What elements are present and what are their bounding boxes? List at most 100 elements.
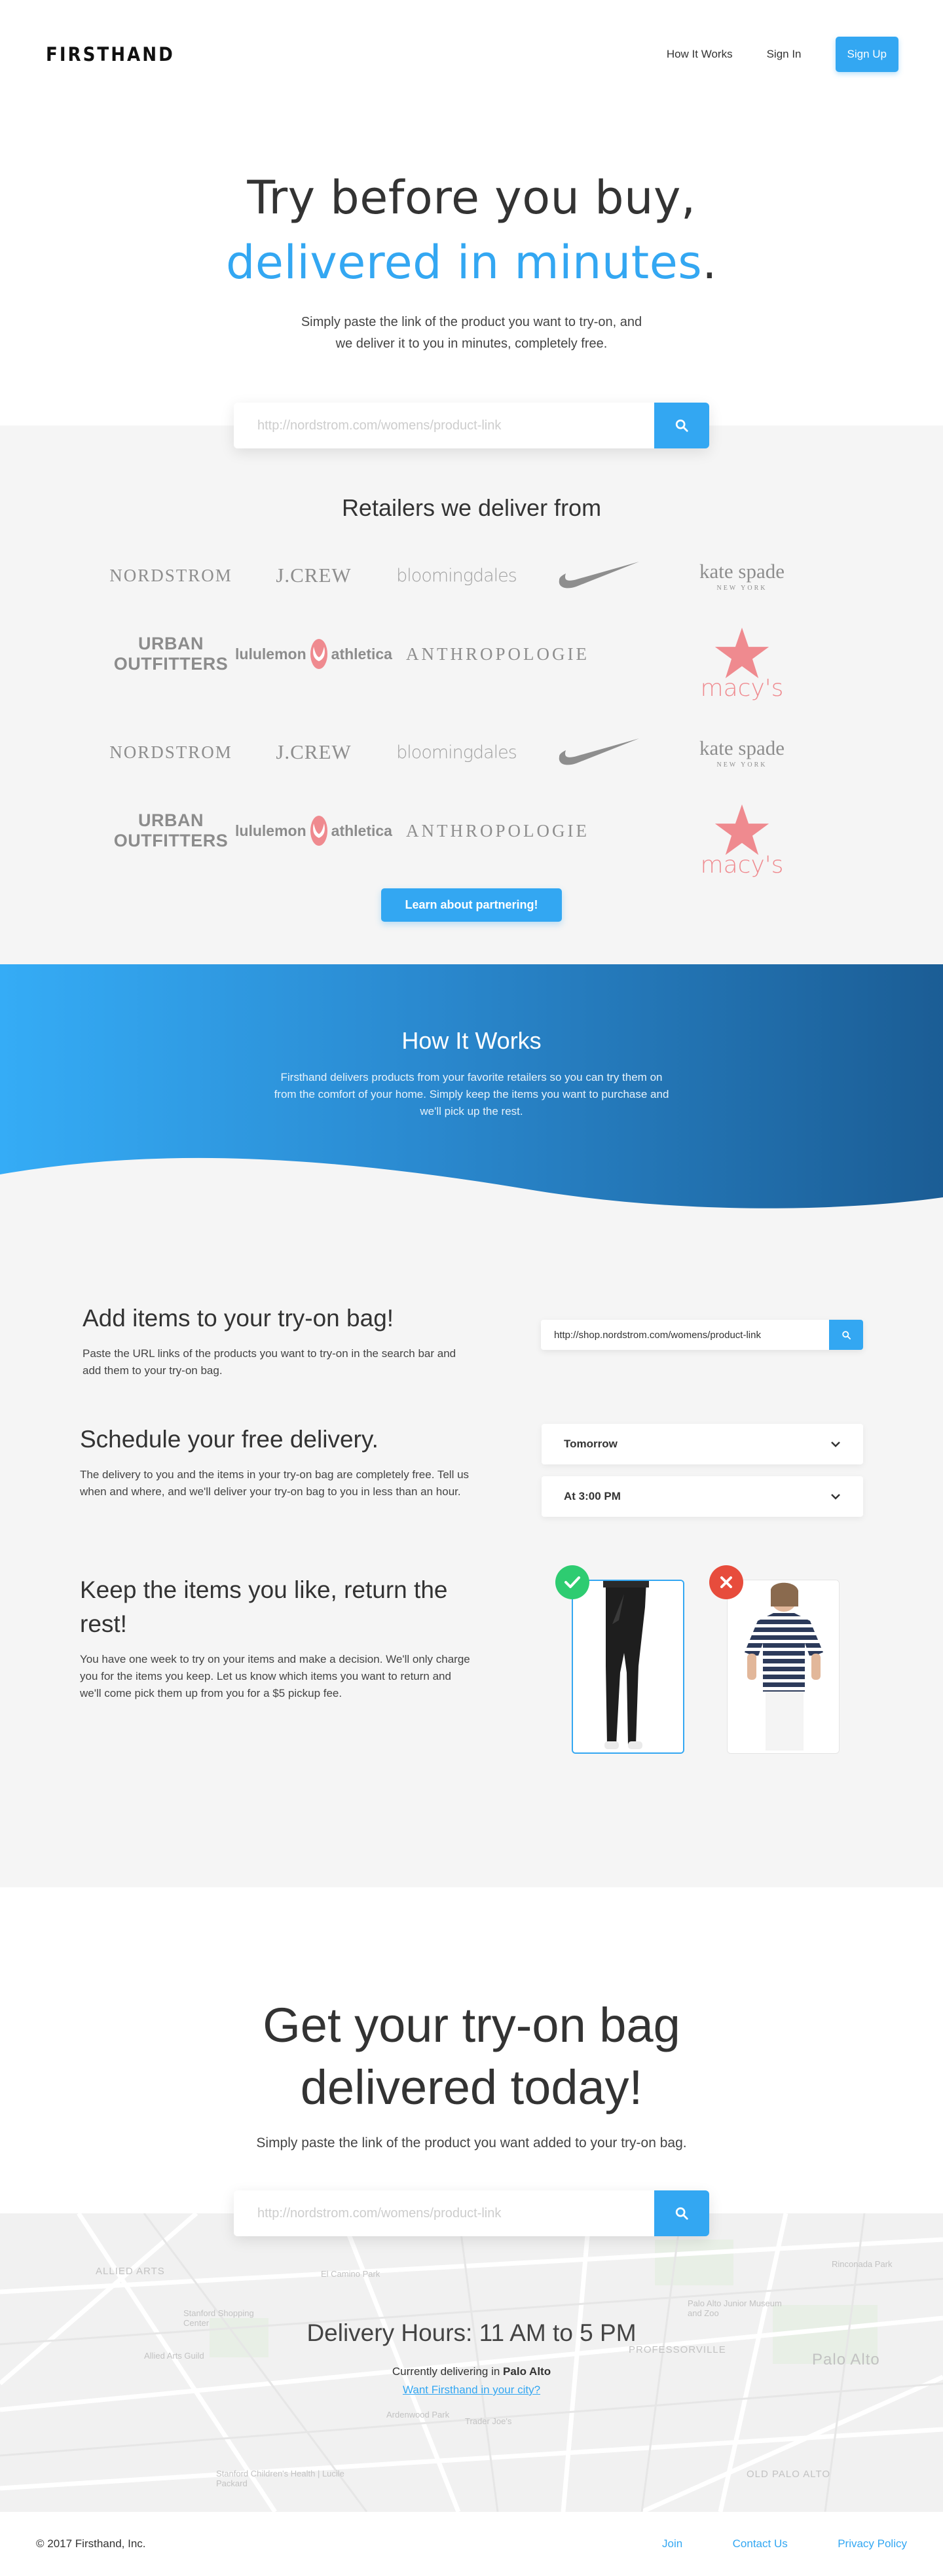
delivery-day-select[interactable]: Tomorrow (542, 1424, 863, 1464)
delivery-hours-panel: Delivery Hours: 11 AM to 5 PM Currently … (0, 2319, 943, 2397)
step-add-title: Add items to your try-on bag! (83, 1305, 394, 1332)
kate-spade-logo: kate spade NEW YORK (671, 536, 813, 615)
hero-title-highlight: delivered in minutes (225, 236, 703, 289)
map-label-allied-arts: ALLIED ARTS (96, 2266, 165, 2277)
black-jeans-image (573, 1581, 683, 1752)
nav-links: How It Works Sign In Sign Up (667, 36, 898, 72)
hero-title-line1: Try before you buy, (247, 171, 696, 225)
macys-wordmark: macy's (700, 674, 784, 702)
cta-title: Get your try-on bag delivered today! (0, 1994, 943, 2118)
keep-check-badge (555, 1565, 589, 1599)
copyright: © 2017 Firsthand, Inc. (36, 2537, 146, 2550)
kept-item-card[interactable] (572, 1580, 684, 1754)
jcrew-logo: J.CREW (276, 740, 352, 763)
step-add-items: Add items to your try-on bag! Paste the … (0, 1301, 943, 1423)
urban-outfitters-logo: URBAN OUTFITTERS (113, 810, 229, 850)
kate-spade-wordmark: kate spade (699, 559, 785, 583)
request-city-link[interactable]: Want Firsthand in your city? (403, 2384, 540, 2397)
nike-logo (528, 536, 671, 615)
demo-search-value[interactable]: http://shop.nordstrom.com/womens/product… (541, 1320, 829, 1350)
hero-subtitle: Simply paste the link of the product you… (0, 312, 943, 355)
step-keep-title-line1: Keep the items you like, return the (80, 1576, 448, 1603)
macys-logo: macy's (671, 791, 813, 890)
footer-link-contact[interactable]: Contact Us (733, 2537, 788, 2550)
striped-top-image (728, 1580, 839, 1753)
lululemon-mark-icon (310, 816, 327, 846)
close-icon (720, 1576, 732, 1588)
map-label-junior-museum: Palo Alto Junior Museum and Zoo (688, 2298, 782, 2318)
hero-section: Try before you buy, delivered in minutes… (0, 108, 943, 448)
footer-link-join[interactable]: Join (662, 2537, 682, 2550)
sign-up-button[interactable]: Sign Up (835, 36, 898, 72)
cta-subtitle: Simply paste the link of the product you… (256, 2135, 687, 2150)
step-add-text: Add items to your try-on bag! Paste the … (83, 1301, 482, 1379)
currently-delivering-label: Currently delivering in (392, 2365, 500, 2378)
footer-link-privacy[interactable]: Privacy Policy (838, 2537, 907, 2550)
wave-divider (0, 1157, 943, 1210)
hero-search-input[interactable] (234, 403, 654, 448)
kate-spade-logo: kate spade NEW YORK (671, 713, 813, 791)
nordstrom-logo: NORDSTROM (109, 742, 232, 762)
retailers-title: Retailers we deliver from (341, 494, 602, 521)
retailers-section: Retailers we deliver from NORDSTROM J.CR… (0, 426, 943, 964)
returned-item-card[interactable] (727, 1580, 840, 1754)
hero-search-bar (234, 403, 709, 448)
cta-search-button[interactable] (654, 2190, 709, 2236)
delivery-time-value: At 3:00 PM (564, 1490, 621, 1502)
hero-subtitle-line1: Simply paste the link of the product you… (301, 315, 642, 329)
anthropologie-logo: ANTHROPOLOGIE (406, 820, 589, 841)
chevron-down-icon (831, 1494, 840, 1500)
urban-outfitters-logo: URBAN OUTFITTERS (113, 634, 229, 674)
step-schedule-description: The delivery to you and the items in you… (80, 1468, 470, 1498)
step-keep-text: Keep the items you like, return the rest… (80, 1573, 479, 1702)
athletica-wordmark: athletica (331, 822, 392, 839)
chevron-down-icon (831, 1442, 840, 1447)
nike-logo (528, 713, 671, 791)
return-cross-badge (709, 1565, 743, 1599)
footer-links: Join Contact Us Privacy Policy (615, 2537, 907, 2550)
hero-subtitle-line2: we deliver it to you in minutes, complet… (335, 336, 608, 351)
nav-link-sign-in[interactable]: Sign In (767, 48, 802, 61)
macys-wordmark: macy's (700, 851, 784, 879)
cta-search-bar (234, 2190, 709, 2236)
jcrew-logo: J.CREW (276, 564, 352, 587)
search-icon (675, 419, 688, 432)
search-icon (841, 1330, 851, 1339)
how-it-works-description: Firsthand delivers products from your fa… (274, 1071, 669, 1117)
learn-partnering-button[interactable]: Learn about partnering! (381, 888, 562, 922)
step-keep-description: You have one week to try on your items a… (80, 1653, 470, 1699)
lululemon-mark-icon (310, 639, 327, 669)
nike-swoosh-icon (559, 562, 639, 589)
lululemon-logo: lululemon athletica (235, 615, 392, 693)
macys-star-icon (714, 804, 769, 855)
demo-search-button[interactable] (829, 1320, 863, 1350)
brand-logo[interactable]: FIRSTHAND (46, 43, 175, 65)
kate-spade-wordmark: kate spade (699, 736, 785, 759)
hero-title-period: . (702, 236, 718, 289)
top-nav: FIRSTHAND How It Works Sign In Sign Up (0, 0, 943, 108)
nike-swoosh-icon (559, 738, 639, 765)
search-icon (675, 2207, 688, 2220)
lululemon-wordmark: lululemon (235, 822, 306, 839)
macys-star-icon (714, 627, 769, 678)
step-keep-title: Keep the items you like, return the rest… (80, 1573, 479, 1641)
kate-spade-sub: NEW YORK (716, 761, 767, 769)
hero-title: Try before you buy, delivered in minutes… (0, 166, 943, 295)
step-keep-title-line2: rest! (80, 1610, 127, 1637)
retailer-logo-grid: NORDSTROM J.CREW bloomingdales kate spad… (100, 536, 843, 890)
step-schedule-text: Schedule your free delivery. The deliver… (80, 1423, 479, 1500)
lululemon-logo: lululemon athletica (235, 791, 392, 870)
current-city: Palo Alto (503, 2365, 551, 2378)
nav-link-how-it-works[interactable]: How It Works (667, 48, 733, 61)
macys-logo: macy's (671, 615, 813, 713)
cta-section: Get your try-on bag delivered today! Sim… (0, 1887, 943, 2236)
delivery-map: ALLIED ARTS PROFESSORVILLE OLD PALO ALTO… (0, 2213, 943, 2512)
footer: © 2017 Firsthand, Inc. Join Contact Us P… (0, 2512, 943, 2576)
delivery-time-select[interactable]: At 3:00 PM (542, 1476, 863, 1517)
hero-search-button[interactable] (654, 403, 709, 448)
cta-title-line1: Get your try-on bag (263, 1998, 680, 2052)
cta-search-input[interactable] (234, 2190, 654, 2236)
check-icon (564, 1576, 580, 1588)
how-it-works-title: How It Works (401, 1027, 542, 1054)
demo-search-bar: http://shop.nordstrom.com/womens/product… (541, 1320, 863, 1350)
